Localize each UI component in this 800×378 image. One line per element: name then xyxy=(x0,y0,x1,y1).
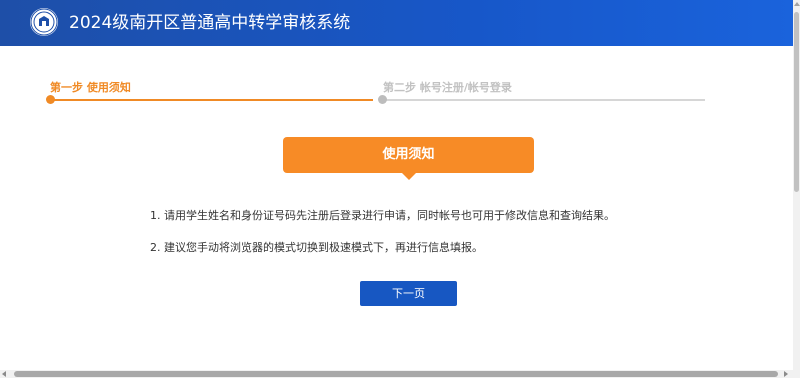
step-1-label: 第一步 使用须知 xyxy=(50,81,131,94)
vertical-scrollbar[interactable] xyxy=(793,0,800,370)
notice-pointer xyxy=(401,172,417,180)
scroll-up-icon[interactable] xyxy=(794,2,800,6)
notice-title: 使用须知 xyxy=(283,137,534,173)
step-2-progress-line xyxy=(383,99,705,101)
horizontal-scroll-thumb[interactable] xyxy=(14,371,778,377)
notice-item: 1. 请用学生姓名和身份证号码先注册后登录进行申请，同时帐号也可用于修改信息和查… xyxy=(150,209,615,222)
notice-item: 2. 建议您手动将浏览器的模式切换到极速模式下，再进行信息填报。 xyxy=(150,241,483,254)
step-2-dot xyxy=(378,95,387,104)
school-emblem-icon xyxy=(30,8,58,36)
step-1-dot xyxy=(46,95,55,104)
scroll-right-icon[interactable] xyxy=(784,371,788,377)
step-1-progress-line xyxy=(50,99,373,101)
next-page-button[interactable]: 下一页 xyxy=(360,281,457,306)
scroll-left-icon[interactable] xyxy=(2,371,6,377)
app-title: 2024级南开区普通高中转学审核系统 xyxy=(69,13,351,33)
horizontal-scrollbar[interactable] xyxy=(0,370,800,378)
app-header: 2024级南开区普通高中转学审核系统 xyxy=(0,0,793,46)
vertical-scroll-thumb[interactable] xyxy=(794,12,799,192)
step-2-label: 第二步 帐号注册/帐号登录 xyxy=(383,81,512,94)
